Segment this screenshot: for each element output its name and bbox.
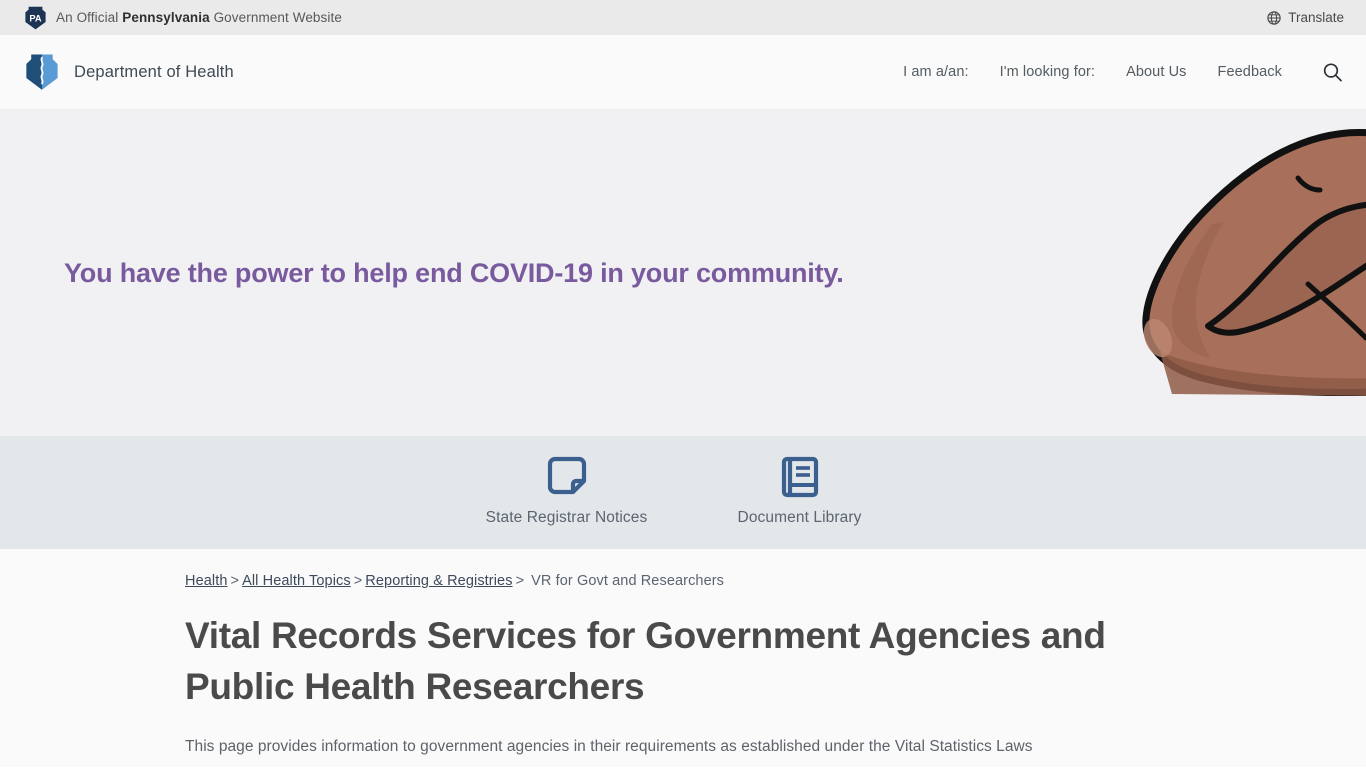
breadcrumb: Health > All Health Topics > Reporting & Reg… bbox=[185, 573, 1342, 589]
brand-home-link[interactable]: Department of Health bbox=[24, 53, 234, 91]
flexed-arm-illustration bbox=[1142, 129, 1366, 397]
breadcrumb-link-all-health-topics[interactable]: All Health Topics bbox=[242, 573, 351, 589]
breadcrumb-separator: > bbox=[230, 573, 240, 589]
main-content: Health > All Health Topics > Reporting & Reg… bbox=[0, 549, 1366, 767]
breadcrumb-separator: > bbox=[515, 573, 525, 589]
quicklink-label: State Registrar Notices bbox=[485, 509, 648, 526]
book-icon bbox=[777, 454, 823, 500]
site-header: Department of Health I am a/an: I'm look… bbox=[0, 35, 1366, 110]
hero-headline: You have the power to help end COVID-19 … bbox=[64, 257, 844, 288]
brand-name: Department of Health bbox=[74, 62, 234, 81]
translate-label: Translate bbox=[1288, 10, 1344, 25]
breadcrumb-current-page: VR for Govt and Researchers bbox=[531, 573, 725, 589]
pa-keystone-icon: PA bbox=[25, 6, 46, 29]
gov-banner-suffix: Government Website bbox=[209, 10, 342, 25]
official-gov-banner: PA An Official Pennsylvania Government W… bbox=[0, 0, 1366, 35]
intro-paragraph: This page provides information to govern… bbox=[185, 738, 1033, 756]
page-title: Vital Records Services for Government Ag… bbox=[185, 615, 1106, 708]
main-navigation: I am a/an: I'm looking for: About Us Fee… bbox=[903, 60, 1344, 84]
quick-links-band: State Registrar Notices Document Library bbox=[0, 436, 1366, 549]
translate-button[interactable]: Translate bbox=[1267, 10, 1344, 25]
quicklink-label: Document Library bbox=[737, 509, 862, 526]
svg-text:PA: PA bbox=[29, 13, 42, 23]
gov-banner-state: Pennsylvania bbox=[122, 10, 210, 25]
breadcrumb-link-health[interactable]: Health bbox=[185, 573, 228, 589]
gov-banner-prefix: An Official bbox=[56, 10, 123, 25]
globe-icon bbox=[1267, 10, 1281, 25]
nav-item-i-am-a[interactable]: I am a/an: bbox=[903, 64, 968, 80]
breadcrumb-separator: > bbox=[353, 573, 363, 589]
hero-banner: You have the power to help end COVID-19 … bbox=[0, 110, 1366, 436]
quicklink-state-registrar-notices[interactable]: State Registrar Notices bbox=[479, 454, 654, 529]
nav-item-feedback[interactable]: Feedback bbox=[1218, 64, 1282, 80]
gov-banner-text: An Official Pennsylvania Government Webs… bbox=[56, 10, 342, 25]
nav-item-im-looking-for[interactable]: I'm looking for: bbox=[1000, 64, 1095, 80]
breadcrumb-link-reporting-registries[interactable]: Reporting & Registries bbox=[365, 573, 512, 589]
note-page-icon bbox=[544, 454, 590, 500]
nav-item-about-us[interactable]: About Us bbox=[1126, 64, 1186, 80]
doh-keystone-caduceus-icon bbox=[26, 54, 58, 90]
search-icon bbox=[1323, 62, 1342, 81]
search-button[interactable] bbox=[1320, 60, 1344, 84]
quicklink-document-library[interactable]: Document Library bbox=[712, 454, 887, 529]
